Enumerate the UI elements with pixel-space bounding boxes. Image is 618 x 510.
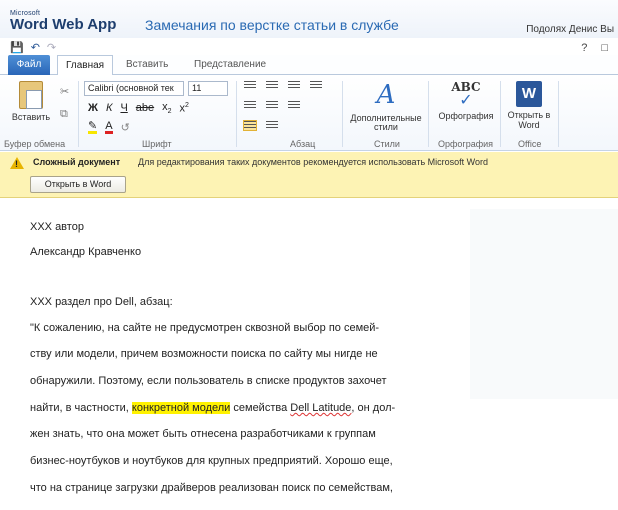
doc-line: XXX автор: [30, 221, 84, 233]
divider: [500, 81, 501, 147]
doc-line: бизнес-ноутбуков и ноутбуков для крупных…: [30, 455, 393, 467]
subscript-button[interactable]: x2: [162, 101, 171, 115]
tab-home[interactable]: Главная: [57, 55, 114, 76]
undo-icon[interactable]: ↶: [31, 41, 40, 54]
divider: [78, 81, 79, 147]
decrease-indent-icon[interactable]: [288, 81, 300, 90]
redo-icon[interactable]: ↷: [47, 41, 56, 54]
help-icon[interactable]: ?: [581, 42, 587, 54]
save-icon[interactable]: 💾: [10, 41, 24, 54]
background-pane: [470, 209, 618, 399]
open-in-word-button[interactable]: W Открыть в Word: [506, 81, 552, 131]
doc-line: обнаружили. Поэтому, если пользователь в…: [30, 375, 387, 387]
doc-text: семейства: [230, 402, 291, 414]
superscript-button[interactable]: x2: [180, 102, 189, 115]
paste-button[interactable]: Вставить: [8, 81, 54, 123]
word-icon: W: [516, 81, 542, 107]
group-clipboard-label: Буфер обмена: [4, 139, 66, 149]
document-title[interactable]: Замечания по верстке статьи в службе: [145, 17, 399, 33]
doc-line: Александр Кравченко: [30, 246, 142, 258]
doc-line: жен знать, что она может быть отнесена р…: [30, 428, 376, 440]
font-format-row: Ж К Ч abe x2 x2: [88, 101, 189, 115]
divider: [236, 81, 237, 147]
title-bar: Microsoft Word Web App Замечания по верс…: [0, 0, 618, 38]
app-logo: Microsoft Word Web App: [10, 10, 116, 33]
complex-document-infobar: ! Сложный документ Для редактирования та…: [0, 152, 618, 198]
bold-button[interactable]: Ж: [88, 102, 98, 114]
tab-file[interactable]: Файл: [8, 55, 50, 75]
numbering-icon[interactable]: [266, 81, 278, 90]
ribbon: Вставить ✂ ⧉ Буфер обмена Calibri (основ…: [0, 75, 618, 151]
font-color-row: ✎ A ↺: [88, 121, 130, 134]
check-icon: ✓: [459, 92, 473, 110]
ribbon-tabs: Файл Главная Вставить Представление: [0, 55, 618, 76]
doc-line: найти, в частности, конкретной модели се…: [30, 402, 395, 414]
align-right-icon[interactable]: [288, 101, 300, 110]
align-left-icon[interactable]: [244, 101, 256, 110]
highlight-color-icon[interactable]: ✎: [88, 121, 98, 134]
group-office-label: Office: [518, 139, 542, 149]
open-in-word-label: Открыть в Word: [507, 110, 551, 130]
group-styles-label: Стили: [374, 139, 400, 149]
doc-text: найти, в частности,: [30, 402, 132, 414]
tab-view[interactable]: Представление: [186, 55, 274, 75]
group-paragraph-label: Абзац: [290, 139, 316, 149]
document-area[interactable]: XXX автор Александр Кравченко XXX раздел…: [0, 199, 618, 510]
brand-app-name: Word Web App: [10, 16, 117, 33]
direction-row: [243, 120, 278, 131]
styles-icon: A: [376, 80, 396, 110]
align-row: [244, 101, 300, 110]
infobar-message: Для редактирования таких документов реко…: [138, 157, 488, 167]
doc-line: XXX раздел про Dell, абзац:: [30, 296, 173, 308]
group-spelling-label: Орфография: [438, 139, 494, 149]
doc-line: ству или модели, причем возможности поис…: [30, 348, 378, 360]
divider: [428, 81, 429, 147]
doc-text: , он дол-: [351, 402, 396, 414]
group-font-label: Шрифт: [142, 139, 172, 149]
underline-button[interactable]: Ч: [120, 102, 127, 114]
misspelled-text: Dell Latitude: [290, 402, 352, 414]
copy-icon[interactable]: ⧉: [60, 108, 68, 121]
increase-indent-icon[interactable]: [310, 81, 322, 90]
restore-icon[interactable]: □: [601, 42, 608, 54]
open-in-word-infobar-button[interactable]: Открыть в Word: [30, 176, 126, 193]
bullets-icon[interactable]: [244, 81, 256, 90]
clear-format-icon[interactable]: ↺: [121, 121, 130, 134]
tab-insert[interactable]: Вставить: [118, 55, 176, 75]
align-center-icon[interactable]: [266, 101, 278, 110]
doc-line: "К сожалению, на сайте не предусмотрен с…: [30, 322, 380, 334]
divider: [558, 81, 559, 147]
italic-button[interactable]: К: [106, 102, 112, 114]
styles-label: Дополнительные стили: [350, 112, 422, 133]
strikethrough-button[interactable]: abe: [136, 102, 154, 114]
paste-icon: [19, 81, 43, 109]
rtl-icon[interactable]: [266, 121, 278, 130]
help-area: ? □: [581, 42, 608, 54]
quick-access-toolbar: 💾 ↶ ↷: [10, 40, 56, 54]
highlighted-text: конкретной модели: [131, 402, 231, 414]
doc-line: что на странице загрузки драйверов реали…: [30, 482, 393, 494]
ltr-icon[interactable]: [243, 120, 257, 131]
infobar-title: Сложный документ: [33, 157, 121, 167]
spelling-label: Орфография: [438, 111, 494, 122]
spelling-button[interactable]: ABC ✓ Орфография: [436, 80, 496, 122]
warning-mark: !: [15, 159, 18, 169]
paste-label: Вставить: [11, 112, 51, 122]
divider: [342, 81, 343, 147]
list-row: [244, 81, 322, 90]
user-name[interactable]: Подолях Денис Вы: [526, 24, 614, 35]
font-color-icon[interactable]: A: [105, 121, 113, 134]
cut-icon[interactable]: ✂: [60, 85, 69, 98]
font-size-select[interactable]: 11: [188, 81, 228, 96]
font-name-select[interactable]: Calibri (основной тек: [84, 81, 184, 96]
more-styles-button[interactable]: A Дополнительные стили: [350, 81, 422, 133]
